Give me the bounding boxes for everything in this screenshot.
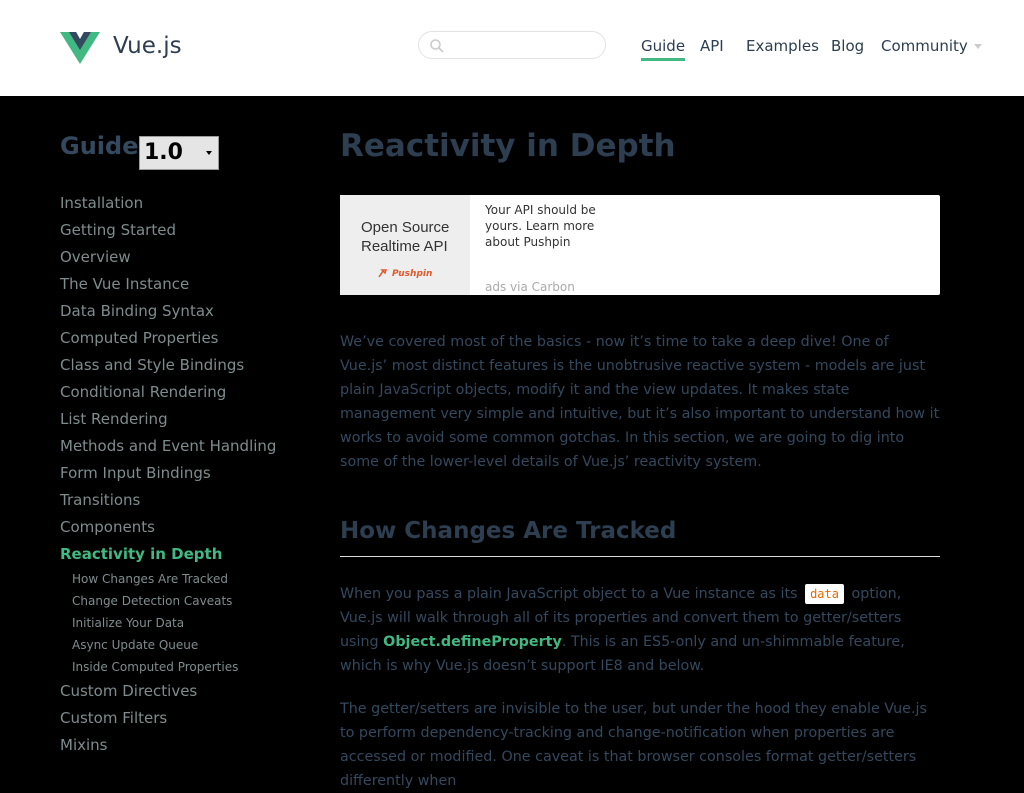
sidebar-title: Guide <box>60 132 139 160</box>
sidebar-item-overview[interactable]: Overview <box>60 248 131 266</box>
sidebar-item-list-rendering[interactable]: List Rendering <box>60 410 168 428</box>
ad-image-brand: Pushpin <box>392 269 433 279</box>
pushpin-logo-icon <box>378 269 388 278</box>
sidebar-subitem-change-detection[interactable]: Change Detection Caveats <box>72 594 232 608</box>
page-title: Reactivity in Depth <box>340 128 676 164</box>
ad-image-line2: Realtime API <box>361 238 448 255</box>
sidebar-item-conditional[interactable]: Conditional Rendering <box>60 383 226 401</box>
nav-blog[interactable]: Blog <box>831 36 864 56</box>
paragraph-data-option: When you pass a plain JavaScript object … <box>340 582 940 678</box>
sidebar-item-vue-instance[interactable]: The Vue Instance <box>60 275 189 293</box>
sidebar-item-form-input[interactable]: Form Input Bindings <box>60 464 211 482</box>
logo[interactable]: Vue.js <box>60 28 182 64</box>
sidebar-subitem-async-queue[interactable]: Async Update Queue <box>72 638 198 652</box>
intro-paragraph: We’ve covered most of the basics - now i… <box>340 334 940 470</box>
p2-text-before: When you pass a plain JavaScript object … <box>340 586 798 602</box>
sidebar-item-custom-directives[interactable]: Custom Directives <box>60 682 197 700</box>
ad-powered-by[interactable]: ads via Carbon <box>485 280 575 294</box>
sidebar-item-class-style[interactable]: Class and Style Bindings <box>60 356 244 374</box>
carbon-ad[interactable]: Open Source Realtime API Pushpin Your AP… <box>340 195 940 295</box>
version-value: 1.0 <box>144 140 183 165</box>
sidebar-item-methods-events[interactable]: Methods and Event Handling <box>60 437 276 455</box>
nav-guide[interactable]: Guide <box>641 36 686 61</box>
vue-logo-icon <box>60 32 100 64</box>
version-select[interactable]: 1.0 <box>139 136 219 170</box>
sidebar-subitem-how-changes-tracked[interactable]: How Changes Are Tracked <box>72 572 228 586</box>
paragraph-getter-setters: The getter/setters are invisible to the … <box>340 701 927 789</box>
sidebar-subitem-initialize-data[interactable]: Initialize Your Data <box>72 616 184 630</box>
brand-name: Vue.js <box>113 33 182 59</box>
sidebar-item-computed[interactable]: Computed Properties <box>60 329 219 347</box>
nav-community-label: Community <box>881 37 968 55</box>
top-header: Vue.js Guide API Examples Blog Community <box>0 0 1024 96</box>
search-icon <box>430 39 444 53</box>
object-defineproperty-link[interactable]: Object.defineProperty <box>383 634 562 650</box>
ad-image[interactable]: Open Source Realtime API Pushpin <box>340 195 470 295</box>
section-heading: How Changes Are Tracked <box>340 518 940 557</box>
search-input[interactable] <box>451 36 603 56</box>
sidebar-item-reactivity[interactable]: Reactivity in Depth <box>60 545 222 563</box>
ad-text[interactable]: Your API should be yours. Learn more abo… <box>485 202 615 250</box>
sidebar-item-transitions[interactable]: Transitions <box>60 491 140 509</box>
chevron-down-icon <box>206 151 212 155</box>
sidebar-item-installation[interactable]: Installation <box>60 194 143 212</box>
sidebar-item-data-binding[interactable]: Data Binding Syntax <box>60 302 214 320</box>
inline-code-data: data <box>805 584 844 604</box>
sidebar-subitem-inside-computed[interactable]: Inside Computed Properties <box>72 660 238 674</box>
chevron-down-icon <box>973 44 982 49</box>
sidebar-item-custom-filters[interactable]: Custom Filters <box>60 709 167 727</box>
nav-examples[interactable]: Examples <box>746 36 819 56</box>
nav-community[interactable]: Community <box>881 36 982 56</box>
ad-image-line1: Open Source <box>361 219 450 236</box>
sidebar-item-mixins[interactable]: Mixins <box>60 736 107 754</box>
search-box[interactable] <box>418 31 606 59</box>
nav-api[interactable]: API <box>700 36 724 56</box>
sidebar-item-getting-started[interactable]: Getting Started <box>60 221 176 239</box>
sidebar-item-components[interactable]: Components <box>60 518 155 536</box>
